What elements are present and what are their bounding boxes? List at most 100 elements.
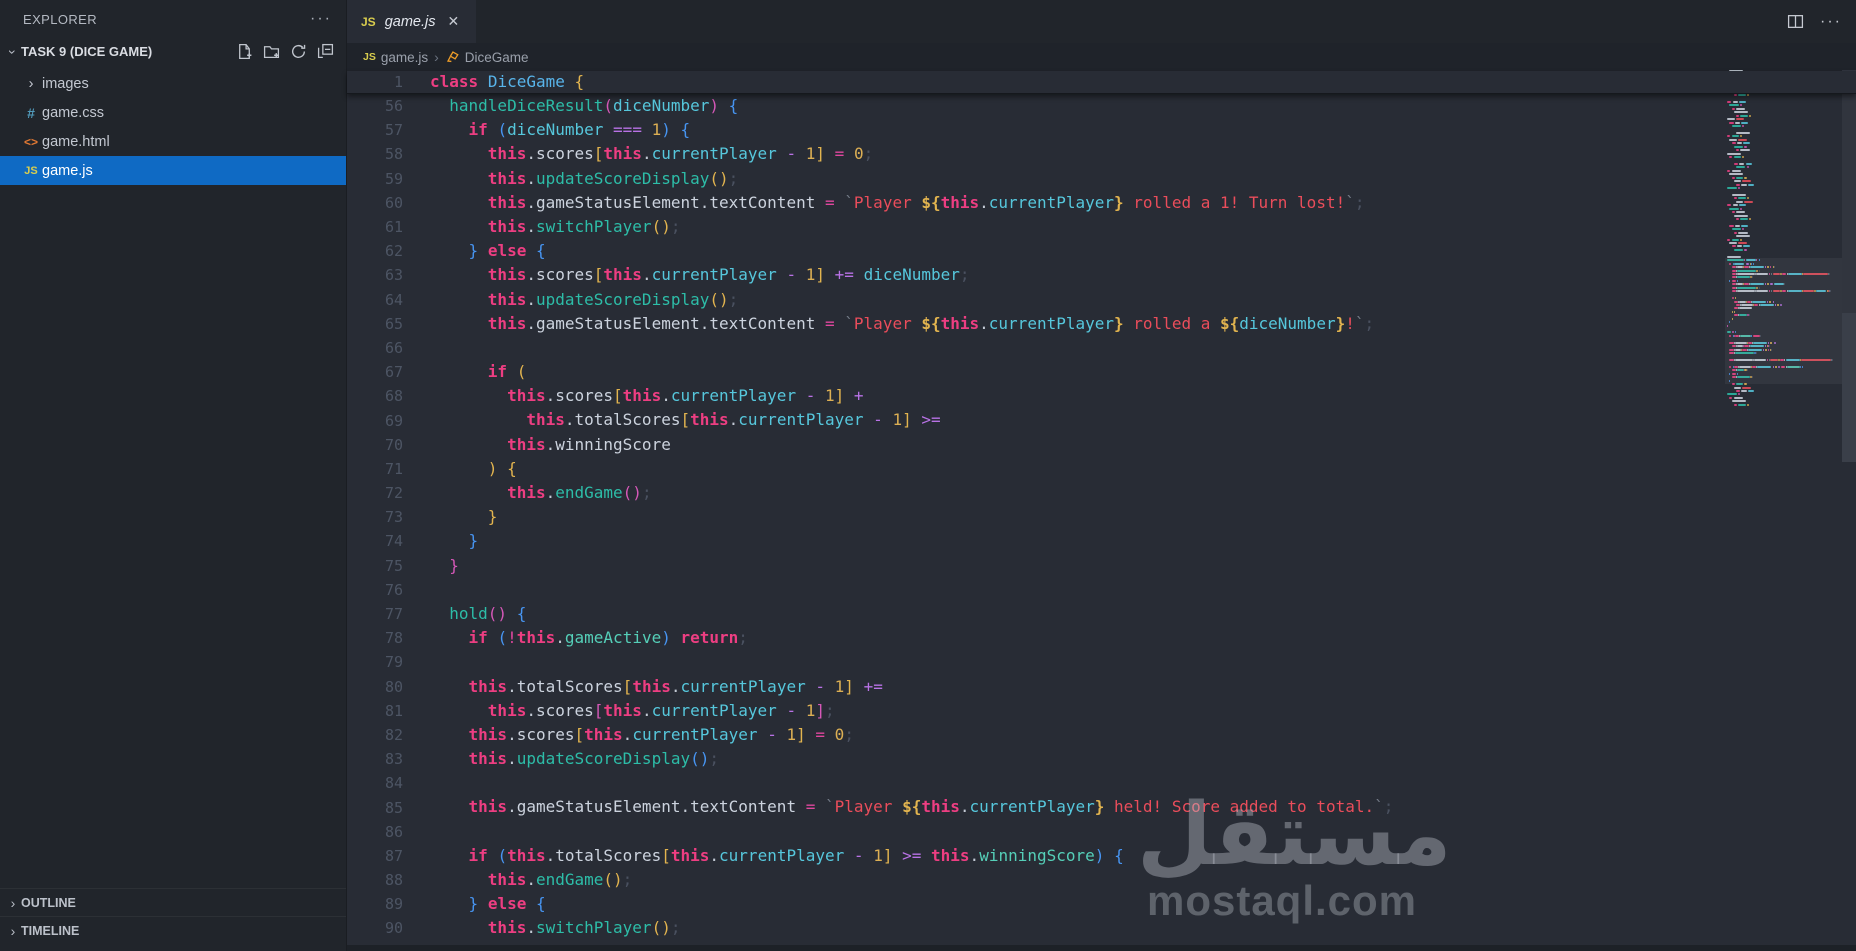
code-line[interactable]: 64 this.updateScoreDisplay();: [347, 288, 1856, 312]
code-line[interactable]: 1 class DiceGame {: [347, 71, 1856, 93]
code-line[interactable]: 63 this.scores[this.currentPlayer - 1] +…: [347, 263, 1856, 287]
line-number[interactable]: 1: [347, 73, 403, 91]
line-number[interactable]: 65: [347, 315, 403, 333]
line-number[interactable]: 82: [347, 726, 403, 744]
line-number[interactable]: 60: [347, 194, 403, 212]
code-line[interactable]: 90 this.switchPlayer();: [347, 916, 1856, 940]
new-folder-icon[interactable]: [263, 43, 280, 60]
line-number[interactable]: 70: [347, 436, 403, 454]
refresh-icon[interactable]: [290, 43, 307, 60]
sidebar-item-game-html[interactable]: <> game.html: [0, 127, 346, 156]
code-line[interactable]: 85 this.gameStatusElement.textContent = …: [347, 795, 1856, 819]
line-number[interactable]: 77: [347, 605, 403, 623]
line-number[interactable]: 59: [347, 170, 403, 188]
code-line[interactable]: 59 this.updateScoreDisplay();: [347, 167, 1856, 191]
code-line[interactable]: 70 this.winningScore: [347, 433, 1856, 457]
code-line[interactable]: 76: [347, 578, 1856, 602]
scrollbar-slider[interactable]: [1842, 313, 1856, 462]
code-line[interactable]: 80 this.totalScores[this.currentPlayer -…: [347, 675, 1856, 699]
line-number[interactable]: 88: [347, 871, 403, 889]
folder-section-header[interactable]: › TASK 9 (DICE GAME): [0, 38, 346, 65]
line-number[interactable]: 83: [347, 750, 403, 768]
line-number[interactable]: 80: [347, 678, 403, 696]
tab-game-js[interactable]: JS game.js ✕: [347, 0, 477, 43]
code-line[interactable]: 87 if (this.totalScores[this.currentPlay…: [347, 844, 1856, 868]
collapse-all-icon[interactable]: [317, 43, 334, 60]
line-number[interactable]: 84: [347, 774, 403, 792]
breadcrumb-file[interactable]: JS game.js: [363, 50, 428, 65]
code-line[interactable]: 65 this.gameStatusElement.textContent = …: [347, 312, 1856, 336]
close-icon[interactable]: ✕: [444, 11, 462, 32]
code-line[interactable]: 89 } else {: [347, 892, 1856, 916]
code-line[interactable]: 67 if (: [347, 360, 1856, 384]
code-text: class DiceGame {: [430, 71, 585, 91]
sidebar-item-images[interactable]: › images: [0, 69, 346, 98]
code-line[interactable]: 56 handleDiceResult(diceNumber) {: [347, 94, 1856, 118]
sidebar-item-outline[interactable]: › OUTLINE: [0, 888, 346, 916]
code-text: this.winningScore: [507, 434, 671, 454]
line-number[interactable]: 90: [347, 919, 403, 937]
sidebar-item-game-js[interactable]: JS game.js: [0, 156, 346, 185]
code-line[interactable]: 79: [347, 650, 1856, 674]
line-number[interactable]: 86: [347, 823, 403, 841]
line-number[interactable]: 61: [347, 218, 403, 236]
line-number[interactable]: 85: [347, 799, 403, 817]
code-line[interactable]: 86: [347, 820, 1856, 844]
code-line[interactable]: 81 this.scores[this.currentPlayer - 1];: [347, 699, 1856, 723]
line-number[interactable]: 79: [347, 653, 403, 671]
line-number[interactable]: 71: [347, 460, 403, 478]
code-line[interactable]: 58 this.scores[this.currentPlayer - 1] =…: [347, 142, 1856, 166]
code-line[interactable]: 68 this.scores[this.currentPlayer - 1] +: [347, 384, 1856, 408]
code-line[interactable]: 75 }: [347, 554, 1856, 578]
line-number[interactable]: 57: [347, 121, 403, 139]
code-line[interactable]: 57 if (diceNumber === 1) {: [347, 118, 1856, 142]
line-number[interactable]: 63: [347, 266, 403, 284]
code-line[interactable]: 71 ) {: [347, 457, 1856, 481]
code-line[interactable]: 82 this.scores[this.currentPlayer - 1] =…: [347, 723, 1856, 747]
ellipsis-icon[interactable]: ···: [310, 10, 332, 28]
code-line[interactable]: 78 if (!this.gameActive) return;: [347, 626, 1856, 650]
code-area[interactable]: 56 handleDiceResult(diceNumber) {57 if (…: [347, 94, 1856, 951]
code-line[interactable]: 74 }: [347, 529, 1856, 553]
code-line[interactable]: 73 }: [347, 505, 1856, 529]
line-number[interactable]: 68: [347, 387, 403, 405]
line-number[interactable]: 66: [347, 339, 403, 357]
line-number[interactable]: 62: [347, 242, 403, 260]
line-number[interactable]: 58: [347, 145, 403, 163]
code-line[interactable]: 77 hold() {: [347, 602, 1856, 626]
code-text: this.updateScoreDisplay();: [487, 168, 739, 188]
code-text: handleDiceResult(diceNumber) {: [449, 96, 739, 115]
sidebar-item-timeline[interactable]: › TIMELINE: [0, 916, 346, 944]
code-line[interactable]: 84: [347, 771, 1856, 795]
code-line[interactable]: 69 this.totalScores[this.currentPlayer -…: [347, 408, 1856, 432]
scrollbar-track[interactable]: [1842, 70, 1856, 313]
minimap[interactable]: [1725, 0, 1835, 951]
line-number[interactable]: 78: [347, 629, 403, 647]
new-file-icon[interactable]: [236, 43, 253, 60]
code-line[interactable]: 60 this.gameStatusElement.textContent = …: [347, 191, 1856, 215]
line-number[interactable]: 69: [347, 412, 403, 430]
line-number[interactable]: 64: [347, 291, 403, 309]
line-number[interactable]: 67: [347, 363, 403, 381]
code-line[interactable]: 61 this.switchPlayer();: [347, 215, 1856, 239]
line-number[interactable]: 73: [347, 508, 403, 526]
line-number[interactable]: 75: [347, 557, 403, 575]
minimap-viewport[interactable]: [1725, 258, 1842, 384]
code-text: if (!this.gameActive) return;: [468, 628, 748, 648]
breadcrumb-symbol[interactable]: DiceGame: [445, 50, 529, 65]
code-line[interactable]: 72 this.endGame();: [347, 481, 1856, 505]
line-number[interactable]: 76: [347, 581, 403, 599]
code-text: this.totalScores[this.currentPlayer - 1]…: [468, 676, 883, 696]
sticky-scroll-line[interactable]: 1 class DiceGame {: [347, 71, 1856, 94]
line-number[interactable]: 81: [347, 702, 403, 720]
line-number[interactable]: 87: [347, 847, 403, 865]
line-number[interactable]: 74: [347, 532, 403, 550]
code-line[interactable]: 88 this.endGame();: [347, 868, 1856, 892]
line-number[interactable]: 56: [347, 97, 403, 115]
line-number[interactable]: 72: [347, 484, 403, 502]
code-line[interactable]: 83 this.updateScoreDisplay();: [347, 747, 1856, 771]
sidebar-item-game-css[interactable]: # game.css: [0, 98, 346, 127]
line-number[interactable]: 89: [347, 895, 403, 913]
code-line[interactable]: 66: [347, 336, 1856, 360]
code-line[interactable]: 62 } else {: [347, 239, 1856, 263]
